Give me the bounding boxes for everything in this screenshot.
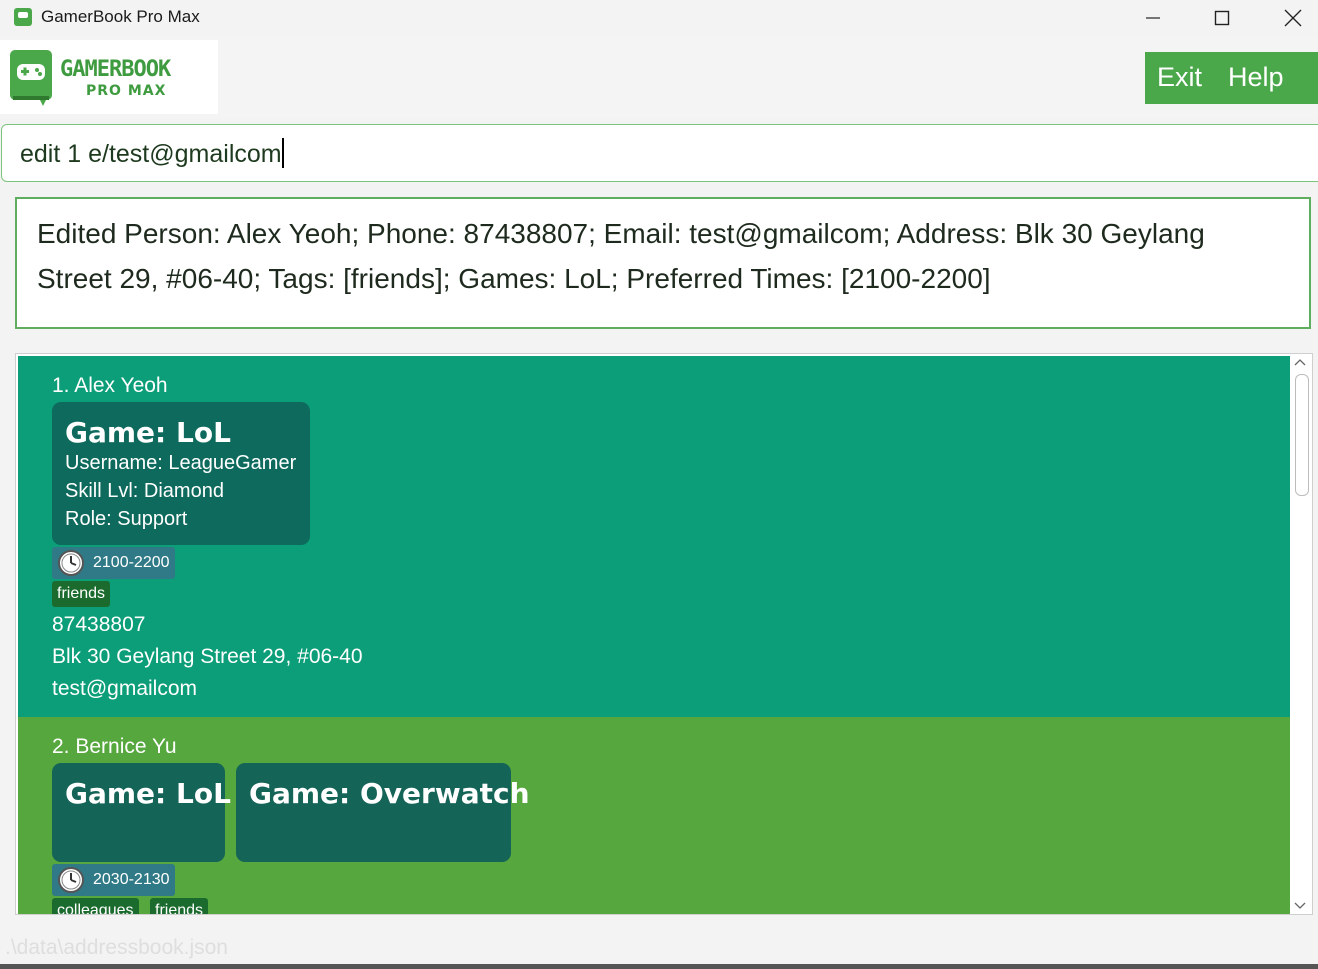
window-bottom-border: [0, 964, 1318, 969]
person-name: 1. Alex Yeoh: [52, 374, 168, 397]
command-text: edit 1 e/test@gmailcom: [20, 140, 282, 168]
person-phone: 87438807: [52, 613, 146, 636]
tag-friends: friends: [150, 898, 209, 914]
game-card: Game: LoL: [52, 763, 231, 862]
minimize-icon: [1146, 17, 1160, 19]
status-bar-path: .\data\addressbook.json: [5, 936, 228, 959]
tag-colleagues: colleagues: [52, 898, 139, 914]
close-icon: [1284, 9, 1302, 27]
minimize-button[interactable]: [1118, 0, 1188, 36]
preferred-time: 2030-2130: [93, 871, 170, 888]
text-caret: [281, 138, 284, 168]
game-role: Role: Support: [65, 508, 188, 530]
preferred-time-chip: 2100-2200: [52, 547, 175, 579]
logo-subtitle: PRO MAX: [86, 83, 167, 99]
game-title: Game: LoL: [65, 416, 231, 449]
menu-help[interactable]: Help: [1228, 62, 1284, 93]
preferred-time-chip: 2030-2130: [52, 864, 175, 896]
game-username: Username: LeagueGamer: [65, 452, 297, 474]
result-display: Edited Person: Alex Yeoh; Phone: 8743880…: [15, 197, 1311, 329]
game-title: Game: Overwatch: [249, 777, 530, 810]
person-list[interactable]: 1. Alex Yeoh Game: LoL Username: LeagueG…: [15, 353, 1313, 915]
person-email: test@gmailcom: [52, 677, 198, 700]
window-title: GamerBook Pro Max: [41, 7, 200, 26]
logo: GAMERBOOK PRO MAX: [0, 40, 218, 114]
person-card[interactable]: 1. Alex Yeoh Game: LoL Username: LeagueG…: [18, 356, 1291, 717]
scroll-up-arrow-icon[interactable]: [1294, 358, 1306, 366]
preferred-time: 2100-2200: [93, 554, 170, 571]
menu-bar: Exit Help: [1145, 52, 1318, 104]
game-card: Game: Overwatch: [236, 763, 530, 862]
app-icon: [14, 8, 32, 26]
game-controller-book-icon: [10, 50, 52, 106]
scroll-down-arrow-icon[interactable]: [1294, 902, 1306, 910]
clock-icon: [58, 867, 84, 893]
app-header: GAMERBOOK PRO MAX Exit Help: [0, 36, 1318, 118]
person-card[interactable]: 2. Bernice Yu Game: LoL Game: Overwatch …: [18, 717, 1291, 914]
game-card: Game: LoL Username: LeagueGamer Skill Lv…: [52, 402, 310, 545]
menu-exit[interactable]: Exit: [1157, 62, 1202, 93]
close-button[interactable]: [1258, 0, 1318, 36]
maximize-button[interactable]: [1187, 0, 1257, 36]
person-address: Blk 30 Geylang Street 29, #06-40: [52, 645, 363, 668]
vertical-scrollbar[interactable]: [1290, 354, 1312, 914]
command-input[interactable]: edit 1 e/test@gmailcom: [1, 124, 1318, 182]
result-text: Edited Person: Alex Yeoh; Phone: 8743880…: [37, 218, 1205, 294]
clock-icon: [58, 550, 84, 576]
maximize-icon: [1214, 10, 1230, 26]
logo-title: GAMERBOOK: [60, 57, 171, 82]
game-title: Game: LoL: [65, 777, 231, 810]
tag-friends: friends: [52, 581, 111, 607]
game-skill: Skill Lvl: Diamond: [65, 480, 224, 502]
title-bar: GamerBook Pro Max: [0, 0, 1318, 36]
scrollbar-thumb[interactable]: [1295, 374, 1309, 496]
person-name: 2. Bernice Yu: [52, 735, 177, 758]
